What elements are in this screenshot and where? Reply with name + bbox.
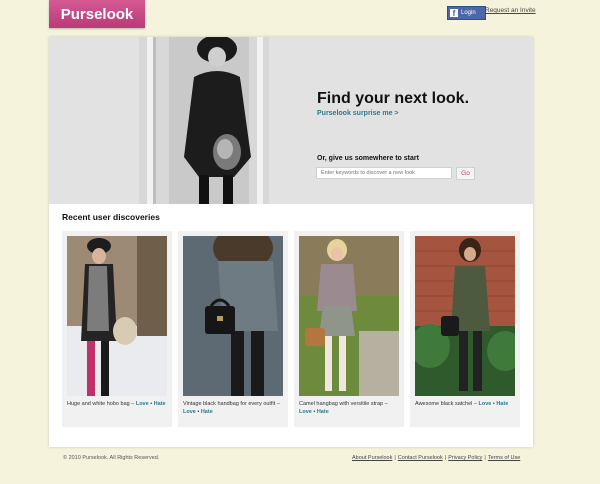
hero-photo (139, 37, 269, 204)
hero-title: Find your next look. (317, 90, 470, 107)
love-link[interactable]: Love (299, 409, 312, 415)
go-button[interactable]: Go (456, 167, 475, 180)
footer-copyright: © 2010 Purselook. All Rights Reserved. (63, 455, 160, 461)
discovery-caption-text: Vintage black handbag for every outfit (183, 401, 276, 407)
section-title: Recent user discoveries (62, 212, 160, 222)
hero-banner: Find your next look. Purselook surprise … (49, 37, 533, 204)
discovery-caption: Camel hangbag with versitile strap – Lov… (299, 400, 401, 416)
discovery-card[interactable]: Vintage black handbag for every outfit –… (178, 231, 288, 427)
hate-link[interactable]: Hate (154, 401, 166, 407)
privacy-link[interactable]: Privacy Policy (448, 455, 482, 461)
search-prompt: Or, give us somewhere to start (317, 155, 419, 162)
caption-separator: – (275, 401, 280, 407)
hate-link[interactable]: Hate (496, 401, 508, 407)
hate-link[interactable]: Hate (317, 409, 329, 415)
caption-separator: – (383, 401, 388, 407)
discovery-caption: Huge and white hobo bag – Love • Hate (67, 400, 169, 408)
discovery-caption-text: Huge and white hobo bag (67, 401, 130, 407)
discovery-card[interactable]: Awesome black satchel – Love • Hate (410, 231, 520, 427)
discovery-card[interactable]: Camel hangbag with versitile strap – Lov… (294, 231, 404, 427)
discovery-photo[interactable] (415, 236, 515, 396)
love-link[interactable]: Love (183, 409, 196, 415)
discovery-photo[interactable] (67, 236, 167, 396)
discovery-card[interactable]: Huge and white hobo bag – Love • Hate (62, 231, 172, 427)
footer-separator: | (394, 455, 396, 461)
surprise-me-link[interactable]: Purselook surprise me > (317, 110, 399, 117)
facebook-icon: f (450, 9, 458, 18)
about-link[interactable]: About Purselook (352, 455, 392, 461)
love-link[interactable]: Love (479, 401, 492, 407)
discovery-photo[interactable] (183, 236, 283, 396)
discovery-caption-text: Awesome black satchel (415, 401, 473, 407)
search-input[interactable] (316, 167, 452, 179)
footer-separator: | (484, 455, 486, 461)
footer-separator: | (444, 455, 447, 461)
love-link[interactable]: Love (136, 401, 149, 407)
discovery-caption-text: Camel hangbag with versitile strap (299, 401, 384, 407)
hate-link[interactable]: Hate (201, 409, 213, 415)
discovery-caption: Awesome black satchel – Love • Hate (415, 400, 517, 408)
terms-link[interactable]: Terms of Use (488, 455, 520, 461)
facebook-login-label: Login (461, 10, 476, 16)
main-panel: Find your next look. Purselook surprise … (49, 37, 533, 447)
purselook-logo[interactable]: Purselook (49, 0, 145, 28)
footer-links: About Purselook | Contact Purselook | Pr… (352, 455, 520, 461)
facebook-login-button[interactable]: f Login (447, 6, 486, 20)
request-invite-link[interactable]: Request an Invite (485, 7, 536, 14)
discovery-caption: Vintage black handbag for every outfit –… (183, 400, 285, 416)
contact-link[interactable]: Contact Purselook (398, 455, 443, 461)
discovery-photo[interactable] (299, 236, 399, 396)
